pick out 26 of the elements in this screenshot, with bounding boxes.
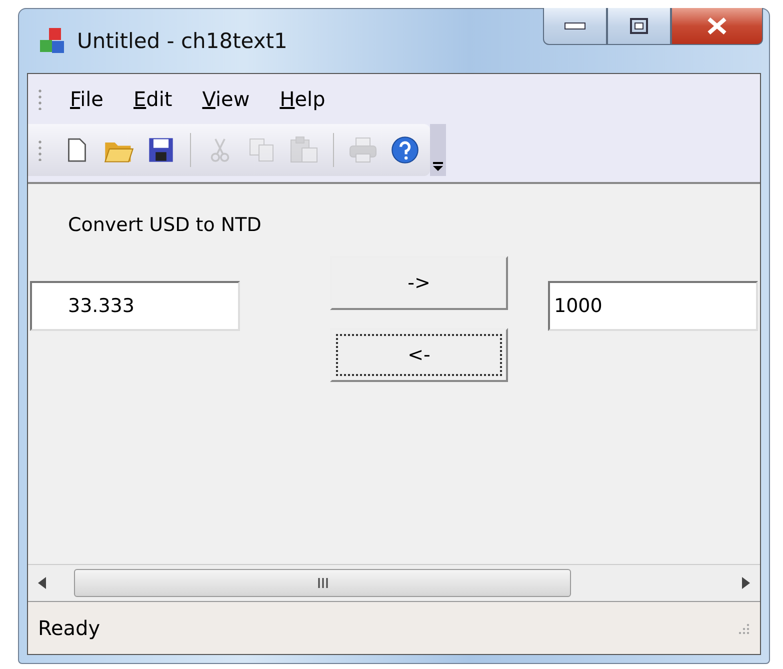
menu-item[interactable]: View [190, 87, 262, 111]
toolbar-overflow-button[interactable] [430, 124, 446, 176]
grip-icon [38, 139, 42, 161]
menu-item[interactable]: File [58, 87, 116, 111]
menu-item[interactable]: Help [268, 87, 338, 111]
menu-item[interactable]: Edit [121, 87, 184, 111]
app-icon [37, 26, 67, 56]
window-title: Untitled - ch18text1 [77, 29, 288, 53]
maximize-button[interactable] [607, 8, 671, 45]
convert-button[interactable]: <- [330, 328, 508, 382]
chevron-down-icon [433, 162, 443, 172]
minimize-icon [564, 22, 586, 30]
close-button[interactable] [671, 8, 763, 45]
convert-button[interactable]: -> [330, 256, 508, 310]
usd-field[interactable]: 33.333 [30, 281, 240, 331]
ntd-field[interactable]: 1000 [548, 281, 758, 331]
resize-grip-icon[interactable] [736, 621, 750, 635]
grip-icon [38, 88, 42, 110]
scroll-right-icon[interactable] [740, 576, 752, 590]
scroll-thumb[interactable] [74, 569, 571, 597]
restore-icon [629, 17, 649, 35]
minimize-button[interactable] [543, 8, 607, 45]
form-label: Convert USD to NTD [68, 214, 262, 236]
status-text: Ready [38, 616, 100, 640]
close-icon [705, 16, 729, 36]
scroll-left-icon[interactable] [36, 576, 48, 590]
